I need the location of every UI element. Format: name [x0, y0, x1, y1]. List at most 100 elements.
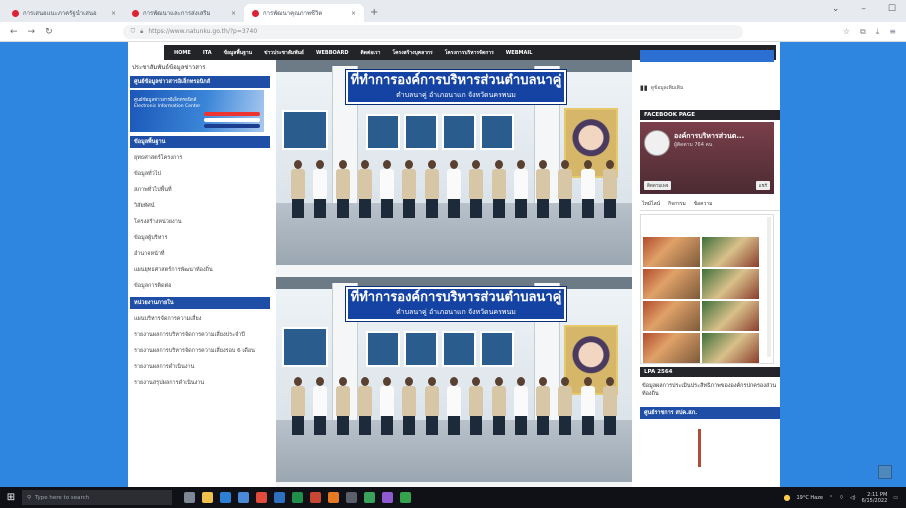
- facebook-page-card[interactable]: องค์การบริหารส่วนต... ผู้ติดตาม 764 คน ต…: [640, 122, 774, 194]
- follow-button[interactable]: ติดตามเพจ: [644, 181, 672, 190]
- fb-feed[interactable]: [640, 214, 774, 364]
- nav-item[interactable]: HOME: [168, 50, 197, 56]
- excel-icon[interactable]: [292, 492, 303, 503]
- browser-tab[interactable]: การพัฒนาและการส่งเสริม ×: [124, 4, 244, 22]
- tab-title: การพัฒนาและการส่งเสริม: [143, 10, 211, 17]
- app-icon[interactable]: [400, 492, 411, 503]
- app-icon[interactable]: [382, 492, 393, 503]
- fb-photo: [702, 301, 759, 331]
- nav-item[interactable]: ITA: [197, 50, 218, 56]
- nav-item[interactable]: ข้อมูลพื้นฐาน: [218, 49, 258, 57]
- sidebar-link[interactable]: สภาพทั่วไปพื้นที่: [130, 182, 270, 198]
- person: [535, 377, 551, 435]
- reload-icon[interactable]: ↻: [45, 27, 53, 37]
- clock-date: 6/15/2022: [861, 497, 888, 504]
- tab-events[interactable]: กิจกรรม: [668, 200, 686, 208]
- fb-photo: [643, 237, 700, 267]
- desktop-icon[interactable]: [878, 465, 892, 479]
- sidebar-link[interactable]: รายงานผลการดำเนินงาน: [130, 359, 270, 375]
- back-icon[interactable]: ←: [10, 27, 18, 37]
- plus-icon[interactable]: +: [370, 7, 378, 18]
- person: [513, 160, 529, 218]
- nav-item[interactable]: WEBMAIL: [500, 50, 539, 56]
- nav-item[interactable]: WEBBOARD: [310, 50, 355, 56]
- sidebar-link[interactable]: รายงานผลการบริหารจัดการความเสี่ยงประจำปี: [130, 327, 270, 343]
- notification-icon[interactable]: ▭: [893, 495, 898, 501]
- sidebar-link[interactable]: รายงานผลการบริหารจัดการความเสี่ยงรอบ 6 เ…: [130, 343, 270, 359]
- close-icon[interactable]: ×: [231, 10, 236, 17]
- clock[interactable]: 2:11 PM 6/15/2022: [862, 492, 888, 504]
- volume-icon[interactable]: ◁): [850, 495, 856, 501]
- taskbar-apps: [184, 492, 411, 503]
- sidebar-link[interactable]: ยุทธศาสตร์โครงการ: [130, 150, 270, 166]
- nav-item[interactable]: ติดต่อเรา: [355, 49, 387, 57]
- person: [357, 377, 373, 435]
- fb-photo: [702, 237, 759, 267]
- sidebar-link[interactable]: วิสัยทัศน์: [130, 198, 270, 214]
- word-icon[interactable]: [274, 492, 285, 503]
- sidebar-link[interactable]: ข้อมูลการติดต่อ: [130, 278, 270, 294]
- sidebar-link[interactable]: แผนยุทธศาสตร์การพัฒนาท้องถิ่น: [130, 262, 270, 278]
- mail-icon[interactable]: [238, 492, 249, 503]
- folder-icon[interactable]: [202, 492, 213, 503]
- minimize-icon[interactable]: –: [861, 4, 866, 14]
- browser-tab-active[interactable]: การพัฒนาคุณภาพชีวิต ×: [244, 4, 364, 22]
- info-center-banner[interactable]: ศูนย์ข้อมูลข่าวสารอิเล็กทรอนิกส์ Electro…: [130, 90, 264, 132]
- firefox-icon[interactable]: [328, 492, 339, 503]
- office-photo[interactable]: ที่ทำการองค์การบริหารส่วนตำบลนาคู่ ตำบลน…: [276, 60, 632, 265]
- tab-timeline[interactable]: ไทม์ไลน์: [642, 200, 660, 208]
- nav-item[interactable]: โครงการบริหารจัดการ: [439, 49, 500, 57]
- office-photo[interactable]: ที่ทำการองค์การบริหารส่วนตำบลนาคู่ ตำบลน…: [276, 277, 632, 482]
- star-icon[interactable]: ☆: [843, 27, 850, 37]
- person: [424, 377, 440, 435]
- nav-item[interactable]: ข่าวประชาสัมพันธ์: [258, 49, 310, 57]
- network-icon[interactable]: ⌔: [839, 495, 844, 501]
- person: [335, 377, 351, 435]
- search-icon: ⚲: [27, 494, 32, 501]
- sidebar-link[interactable]: โครงสร้างหน่วยงาน: [130, 214, 270, 230]
- person: [557, 377, 573, 435]
- close-icon[interactable]: ×: [111, 10, 116, 17]
- windows-start-icon[interactable]: ⊞: [0, 487, 22, 508]
- person: [312, 377, 328, 435]
- extensions-icon[interactable]: ⧉: [860, 27, 866, 37]
- app-icon[interactable]: [346, 492, 357, 503]
- window: [366, 331, 400, 367]
- tab-messages[interactable]: ข้อความ: [694, 200, 713, 208]
- download-icon[interactable]: ⤓: [876, 27, 880, 37]
- weather-text[interactable]: 19°C Haze: [796, 495, 822, 501]
- sidebar-link[interactable]: แผนบริหารจัดการความเสี่ยง: [130, 311, 270, 327]
- share-button[interactable]: แชร์: [755, 181, 770, 190]
- stats-text[interactable]: ดูข้อมูลเพิ่มเติม: [651, 84, 684, 92]
- person: [335, 160, 351, 218]
- menu-icon[interactable]: ≡: [889, 27, 896, 37]
- chrome-icon[interactable]: [256, 492, 267, 503]
- sidebar-link[interactable]: รายงานสรุปผลการดำเนินงาน: [130, 375, 270, 391]
- edge-icon[interactable]: [220, 492, 231, 503]
- flag-stripe: [204, 124, 260, 128]
- powerpoint-icon[interactable]: [310, 492, 321, 503]
- forward-icon[interactable]: →: [28, 27, 36, 37]
- fb-photo: [643, 269, 700, 299]
- address-bar[interactable]: ⛉ 🔒︎ https://www.natunku.go.th/?p=3740: [122, 24, 743, 39]
- sidebar-link[interactable]: ข้อมูลผู้บริหาร: [130, 230, 270, 246]
- maximize-icon[interactable]: ☐: [888, 4, 896, 14]
- sidebar-link[interactable]: อำนาจหน้าที่: [130, 246, 270, 262]
- line-icon[interactable]: [364, 492, 375, 503]
- chevron-down-icon[interactable]: ⌄: [832, 4, 840, 14]
- lpa-link[interactable]: ข้อมูลผลการประเมินประสิทธิภาพขององค์กรปก…: [640, 379, 780, 404]
- scrollbar[interactable]: [767, 217, 771, 357]
- window: [442, 331, 476, 367]
- sidebar-link[interactable]: ข้อมูลทั่วไป: [130, 166, 270, 182]
- task-view-icon[interactable]: [184, 492, 195, 503]
- shield-icon: ⛉: [130, 27, 136, 35]
- close-icon[interactable]: ×: [351, 10, 356, 17]
- nav-item[interactable]: โครงสร้างบุคลากร: [386, 49, 438, 57]
- chevron-up-icon[interactable]: ⌃: [829, 495, 833, 501]
- gov-image[interactable]: [640, 423, 774, 467]
- section-header: ศูนย์ข้อมูลข่าวสารอิเล็กทรอนิกส์: [130, 76, 270, 88]
- taskbar-search[interactable]: ⚲ Type here to search: [22, 490, 172, 505]
- browser-tab[interactable]: การเสนอแนะภาครัฐนำเสนอ ×: [4, 4, 124, 22]
- browser-tabbar: การเสนอแนะภาครัฐนำเสนอ × การพัฒนาและการส…: [0, 0, 906, 22]
- person: [602, 160, 618, 218]
